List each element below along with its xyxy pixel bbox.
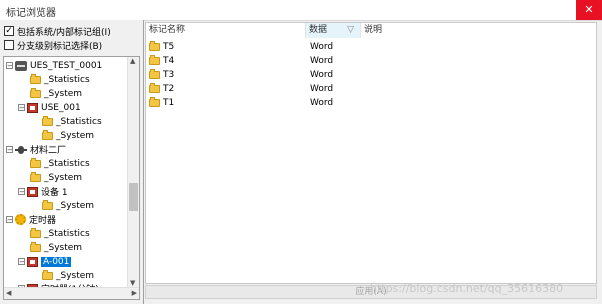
tree-node-label: _System — [44, 172, 83, 183]
tree-node-label: _Statistics — [44, 158, 90, 169]
table-row[interactable]: T2 — [149, 82, 174, 95]
folder-icon — [149, 40, 160, 51]
tree-node-label: _System — [56, 200, 95, 211]
device-icon — [27, 256, 38, 267]
window-title: 标记浏览器 — [6, 8, 56, 19]
column-header-name[interactable]: 标记名称 — [146, 23, 306, 38]
tree-node-label: _System — [44, 88, 83, 99]
title-bar: 标记浏览器 ✕ — [0, 0, 602, 21]
table-row[interactable]: T4 — [149, 54, 174, 67]
table-cell-type: Word — [310, 69, 334, 80]
tree-node-label: _System — [44, 242, 83, 253]
tree-node-label: _Statistics — [44, 74, 90, 85]
left-pane: ✓ 包括系统/内部标记组(I) 分支级别标记选择(B) − UES_TEST_0… — [0, 20, 144, 304]
collapse-icon[interactable]: − — [18, 104, 25, 112]
folder-icon — [149, 82, 160, 93]
table-cell-type: Word — [310, 55, 334, 66]
folder-icon — [42, 115, 53, 126]
watermark-text: https://blog.csdn.net/qq_35616380 — [370, 282, 564, 295]
table-cell-type: Word — [310, 41, 334, 52]
tree-node-label: _System — [56, 130, 95, 141]
check-icon: ✓ — [5, 26, 13, 36]
collapse-icon[interactable]: − — [18, 258, 25, 266]
folder-icon — [42, 269, 53, 280]
tree-node-label: 定时器 — [29, 216, 57, 226]
tree-node-timer[interactable]: − 定时器 — [6, 213, 56, 226]
tree-node-ues-test[interactable]: − UES_TEST_0001 — [6, 59, 102, 72]
folder-icon — [30, 73, 41, 84]
tree-node[interactable]: _System — [42, 199, 94, 212]
folder-icon — [30, 227, 41, 238]
collapse-icon[interactable]: − — [6, 146, 13, 154]
folder-icon — [42, 129, 53, 140]
include-system-checkbox[interactable]: ✓ — [4, 26, 14, 36]
plug-icon — [15, 145, 27, 154]
folder-icon — [42, 199, 53, 210]
tree-node-label: _Statistics — [56, 116, 102, 127]
tree-node[interactable]: _System — [30, 241, 82, 254]
collapse-icon[interactable]: − — [6, 216, 13, 224]
tree-node-label: USE_001 — [41, 102, 81, 113]
tree-node-material-plant[interactable]: − 材料二厂 — [6, 143, 66, 156]
tree-node-label: _System — [56, 270, 95, 281]
tree-node-label: UES_TEST_0001 — [30, 60, 103, 71]
scroll-up-icon[interactable]: ▲ — [130, 57, 135, 65]
tree-node[interactable]: _System — [30, 87, 82, 100]
scroll-thumb[interactable] — [129, 183, 138, 211]
tree-node-use-001[interactable]: − USE_001 — [18, 101, 81, 114]
tree-horizontal-scrollbar[interactable]: ◀ ▶ — [4, 287, 139, 299]
device-icon — [27, 186, 38, 197]
tree-node[interactable]: _System — [42, 129, 94, 142]
close-button[interactable]: ✕ — [576, 0, 602, 20]
device-icon — [27, 102, 38, 113]
scroll-right-icon[interactable]: ▶ — [132, 289, 137, 297]
tree-node-label: 材料二厂 — [30, 146, 67, 156]
folder-icon — [30, 171, 41, 182]
tag-list[interactable]: 标记名称 数据 ▽ 说明 T5 Word T4 Word T3 Word T2 … — [145, 22, 597, 284]
table-row[interactable]: T5 — [149, 40, 174, 53]
gear-icon — [15, 214, 26, 225]
tree-node[interactable]: _Statistics — [42, 115, 102, 128]
collapse-icon[interactable]: − — [6, 62, 13, 70]
scroll-left-icon[interactable]: ◀ — [6, 289, 11, 297]
include-system-checkbox-row[interactable]: ✓ 包括系统/内部标记组(I) — [4, 24, 111, 38]
folder-icon — [149, 96, 160, 107]
scroll-down-icon[interactable]: ▼ — [130, 279, 135, 287]
tree-node[interactable]: _System — [30, 171, 82, 184]
tree-node[interactable]: _Statistics — [30, 227, 90, 240]
column-header-description[interactable]: 说明 — [361, 23, 596, 38]
include-system-label: 包括系统/内部标记组(I) — [17, 27, 111, 38]
column-header-type[interactable]: 数据 ▽ — [306, 23, 361, 38]
tree-node[interactable]: _Statistics — [30, 157, 90, 170]
tree-node-label-selected: A-001 — [41, 256, 72, 267]
table-cell-type: Word — [310, 97, 334, 108]
table-row[interactable]: T3 — [149, 68, 174, 81]
tree-node-label: _Statistics — [44, 228, 90, 239]
tree-node-a-001[interactable]: − A-001 — [18, 255, 72, 268]
folder-icon — [30, 241, 41, 252]
folder-icon — [149, 54, 160, 65]
tree-node-label: 设备 1 — [41, 188, 68, 198]
server-icon — [15, 60, 27, 71]
close-icon: ✕ — [584, 3, 594, 16]
tree-node[interactable]: _Statistics — [30, 73, 90, 86]
branch-select-checkbox-row[interactable]: 分支级别标记选择(B) — [4, 38, 102, 52]
table-cell-type: Word — [310, 83, 334, 94]
tag-tree[interactable]: − UES_TEST_0001 _Statistics _System − US… — [3, 56, 140, 300]
folder-icon — [149, 68, 160, 79]
tree-node-device-1[interactable]: − 设备 1 — [18, 185, 68, 198]
branch-select-label: 分支级别标记选择(B) — [17, 41, 103, 52]
sort-indicator-icon: ▽ — [347, 25, 354, 35]
folder-icon — [30, 157, 41, 168]
tree-node[interactable]: _System — [42, 269, 94, 282]
collapse-icon[interactable]: − — [18, 188, 25, 196]
table-row[interactable]: T1 — [149, 96, 174, 109]
branch-select-checkbox[interactable] — [4, 40, 14, 50]
tree-vertical-scrollbar[interactable]: ▲ ▼ — [127, 57, 139, 287]
folder-icon — [30, 87, 41, 98]
